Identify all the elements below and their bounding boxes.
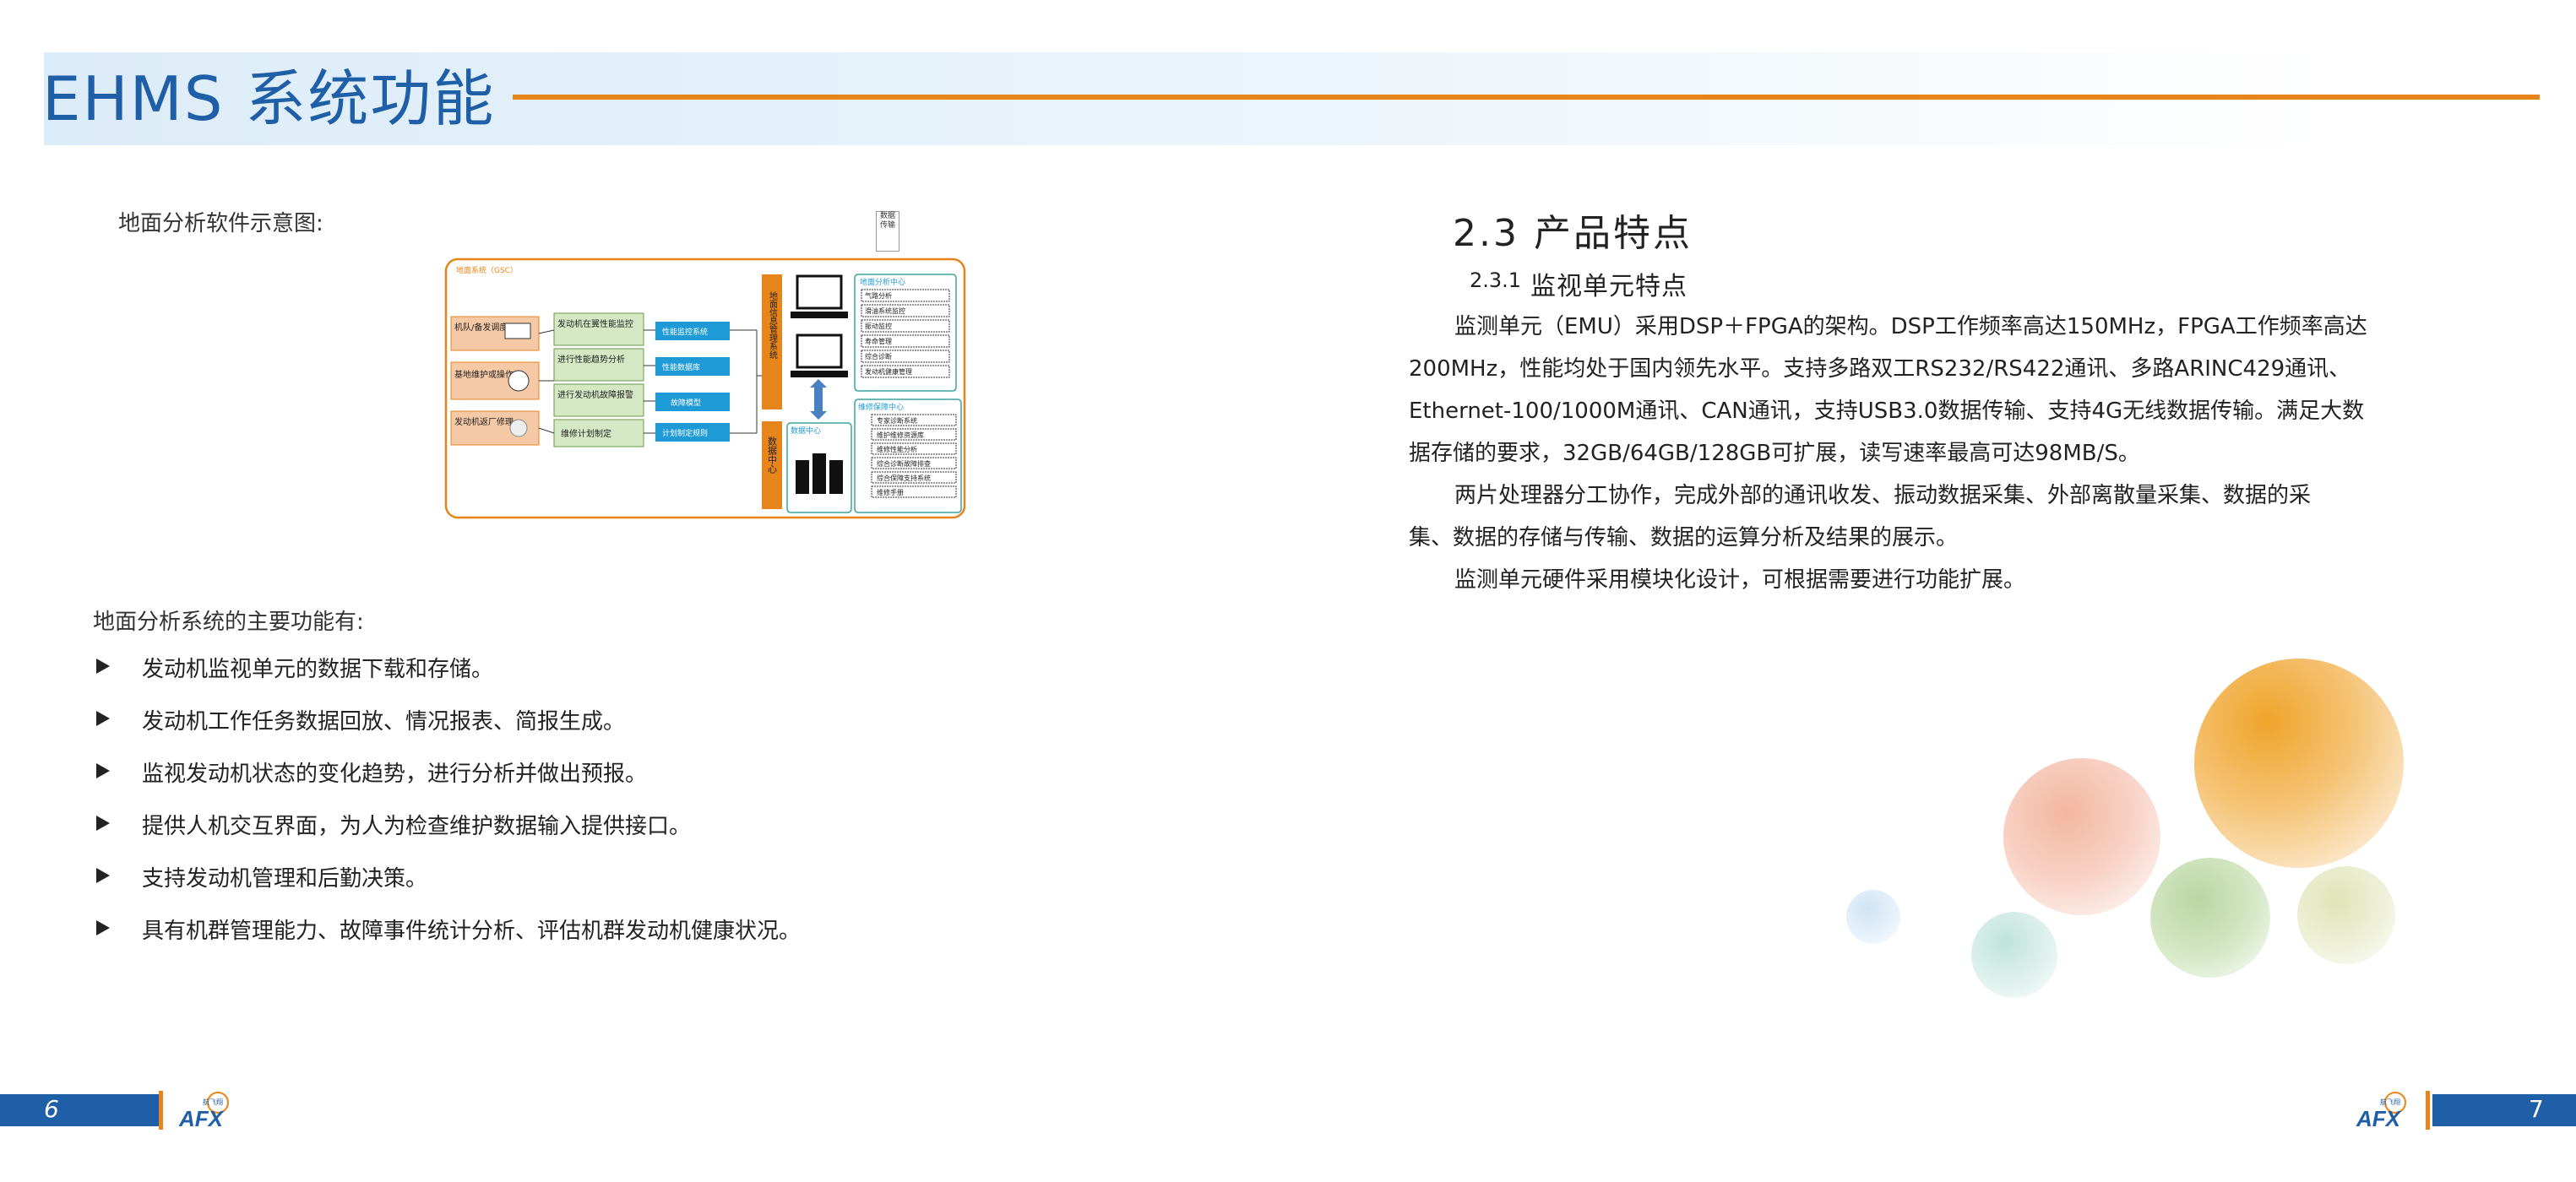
- sub-title-number: 2.3.1: [1470, 268, 1522, 292]
- svg-text:航飞翔: 航飞翔: [2380, 1098, 2400, 1106]
- list-item: 监视发动机状态的变化趋势，进行分析并做出预报。: [93, 756, 1106, 809]
- svg-text:维修计划制定: 维修计划制定: [561, 428, 611, 439]
- section-title: 2.3 产品特点: [1453, 212, 1693, 255]
- svg-text:故障模型: 故障模型: [671, 398, 701, 408]
- left-box-1: 机队/备发调度: [450, 316, 540, 351]
- svg-text:发动机返厂修理: 发动机返厂修理: [454, 416, 514, 427]
- svg-text:AFX: AFX: [2356, 1106, 2402, 1131]
- decor-circle-green: [2150, 858, 2270, 978]
- decor-circle-blue: [1846, 890, 1900, 944]
- svg-text:寿命管理: 寿命管理: [865, 337, 892, 345]
- paragraph-1: 监测单元（EMU）采用DSP＋FPGA的架构。DSP工作频率高达150MHz，F…: [1409, 314, 2367, 466]
- functions-list: 发动机监视单元的数据下载和存储。 发动机工作任务数据回放、情况报表、简报生成。 …: [93, 652, 1106, 966]
- svg-text:维修手册: 维修手册: [877, 488, 904, 496]
- svg-text:滑油系统监控: 滑油系统监控: [865, 306, 905, 315]
- function-boxes: 发动机在翼性能监控 进行性能趋势分析 进行发动机故障报警 维修计划制定: [553, 312, 644, 447]
- svg-text:综合诊断故障排查: 综合诊断故障排查: [877, 459, 931, 468]
- laptop-icon: [504, 323, 531, 339]
- monitor-icon: [791, 274, 848, 318]
- input-arrow-box: 数据传输: [876, 211, 899, 252]
- bullet-triangle-icon: [96, 816, 110, 831]
- list-item: 发动机监视单元的数据下载和存储。: [93, 652, 1106, 704]
- decor-circle-teal: [1971, 912, 2057, 998]
- diagram-caption: 地面分析软件示意图:: [118, 211, 323, 236]
- outer-label: 地面系统（GSC）: [456, 265, 518, 275]
- paragraph-3: 监测单元硬件采用模块化设计，可根据需要进行功能扩展。: [1454, 567, 2026, 593]
- db-label: 数据中心: [791, 426, 821, 436]
- footer-bar-left: [0, 1094, 159, 1126]
- company-logo-right: 航飞翔 AFX: [2356, 1092, 2406, 1131]
- title-rule: [513, 95, 2540, 100]
- footer-bar-right: [2432, 1094, 2576, 1126]
- page-title: EHMS 系统功能: [42, 63, 496, 134]
- svg-text:进行性能趋势分析: 进行性能趋势分析: [557, 354, 625, 365]
- svg-text:机队/备发调度: 机队/备发调度: [454, 322, 508, 333]
- bullet-triangle-icon: [96, 763, 110, 778]
- svg-text:性能监控系统: 性能监控系统: [662, 327, 708, 337]
- list-item: 提供人机交互界面，为人为检查维护数据输入提供接口。: [93, 809, 1106, 861]
- analysis-center-title: 地面分析中心: [860, 277, 905, 287]
- sub-title: 监视单元特点: [1530, 272, 1687, 301]
- svg-text:振动监控: 振动监控: [865, 322, 892, 330]
- left-box-2: 基地维护或操作: [450, 361, 540, 400]
- svg-text:维护维修资源库: 维护维修资源库: [877, 431, 924, 439]
- svg-text:性能数据库: 性能数据库: [662, 362, 700, 372]
- svg-text:综合保障支持系统: 综合保障支持系统: [877, 474, 931, 482]
- svg-text:气路分析: 气路分析: [865, 291, 892, 300]
- input-label: 数据传输: [879, 212, 895, 230]
- svg-text:进行发动机故障报警: 进行发动机故障报警: [557, 389, 633, 400]
- page-number-left: 6: [44, 1095, 59, 1123]
- bullet-triangle-icon: [96, 711, 110, 726]
- svg-text:基地维护或操作: 基地维护或操作: [454, 369, 514, 380]
- svg-text:维修性能分析: 维修性能分析: [877, 445, 917, 453]
- svg-text:AFX: AFX: [178, 1106, 225, 1131]
- mgmt-label: 地面信息管理系统: [768, 290, 778, 359]
- left-box-3: 发动机返厂修理: [450, 410, 540, 446]
- svg-text:发动机在翼性能监控: 发动机在翼性能监控: [557, 318, 633, 329]
- svg-text:综合诊断: 综合诊断: [865, 352, 892, 361]
- bullet-triangle-icon: [96, 868, 110, 883]
- list-item: 支持发动机管理和后勤决策。: [93, 861, 1106, 914]
- functions-intro: 地面分析系统的主要功能有:: [93, 610, 364, 635]
- engine-icon: [508, 370, 530, 392]
- bullet-triangle-icon: [96, 659, 110, 674]
- page-number-right: 7: [2529, 1095, 2544, 1123]
- paragraph-2: 两片处理器分工协作，完成外部的通讯收发、振动数据采集、外部离散量采集、数据的采 …: [1409, 483, 2312, 550]
- monitor-icon-2: [791, 333, 848, 377]
- svg-text:航飞翔: 航飞翔: [203, 1098, 223, 1106]
- support-center-title: 维修保障中心: [858, 402, 904, 412]
- company-logo-left: 航飞翔 AFX: [178, 1092, 229, 1131]
- bullet-triangle-icon: [96, 920, 110, 935]
- svg-text:计划制定规则: 计划制定规则: [662, 428, 708, 438]
- svg-text:发动机健康管理: 发动机健康管理: [865, 367, 912, 376]
- gear-icon: [509, 419, 528, 437]
- ground-analysis-diagram: 地面系统（GSC） 机队/备发调度 基地维护或操作 发动机返厂修理 发动机在翼性…: [444, 258, 966, 519]
- list-item: 发动机工作任务数据回放、情况报表、简报生成。: [93, 704, 1106, 756]
- decor-circle-orange: [2194, 659, 2404, 868]
- svg-text:专家诊断系统: 专家诊断系统: [877, 416, 917, 425]
- decor-circle-lime: [2297, 866, 2395, 964]
- data-center-label: 数据中心: [767, 436, 778, 474]
- footer-accent-left: [159, 1091, 163, 1130]
- decor-circle-pink: [2003, 758, 2160, 915]
- footer-accent-right: [2426, 1091, 2430, 1130]
- list-item: 具有机群管理能力、故障事件统计分析、评估机群发动机健康状况。: [93, 914, 1106, 966]
